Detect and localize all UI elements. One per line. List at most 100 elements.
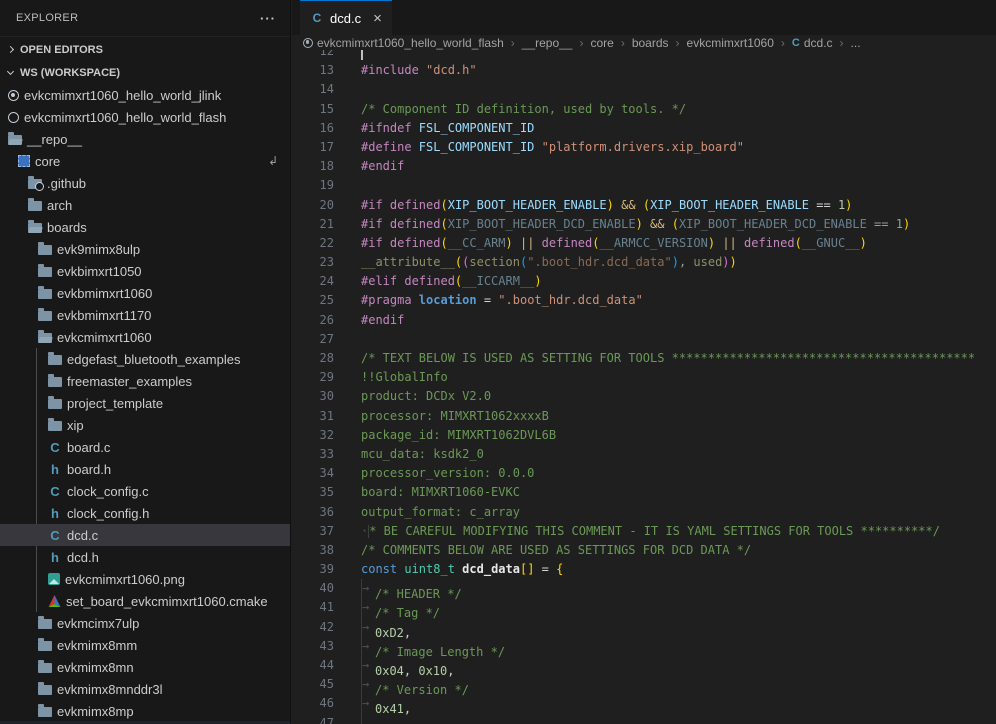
code-line-44[interactable]: 44→0x04, 0x10, (292, 656, 996, 675)
line-number: 31 (292, 407, 342, 426)
tree-item-evkmcimx7ulp[interactable]: evkmcimx7ulp (0, 612, 290, 634)
code-line-20[interactable]: 20#if defined(XIP_BOOT_HEADER_ENABLE) &&… (292, 196, 996, 215)
code-line-31[interactable]: 31processor: MIMXRT1062xxxxB (292, 407, 996, 426)
code-line-38[interactable]: 38/* COMMENTS BELOW ARE USED AS SETTINGS… (292, 541, 996, 560)
open-editors-section[interactable]: OPEN EDITORS (0, 36, 290, 62)
tree-item-boards[interactable]: boards (0, 216, 290, 238)
tree-item-evkcmimxrt1060.png[interactable]: evkcmimxrt1060.png (0, 568, 290, 590)
tree-item-label: xip (67, 418, 84, 433)
code-token: ) (534, 274, 541, 288)
tree-item-clock_config.h[interactable]: hclock_config.h (0, 502, 290, 524)
code-line-41[interactable]: 41→/* Tag */ (292, 598, 996, 617)
close-icon[interactable]: × (373, 11, 382, 26)
breadcrumb-item-boards[interactable]: boards (632, 36, 669, 50)
vscode-window: EXPLORER ··· OPEN EDITORS WS (WORKSPACE)… (0, 0, 996, 724)
tree-item-evkmimx8mn[interactable]: evkmimx8mn (0, 656, 290, 678)
tree-item-evk9mimx8ulp[interactable]: evk9mimx8ulp (0, 238, 290, 260)
code-line-24[interactable]: 24#elif defined(__ICCARM__) (292, 272, 996, 291)
breadcrumb-item-label: evkcmimxrt1060 (687, 36, 774, 50)
line-number: 22 (292, 234, 342, 253)
breadcrumb-item-...[interactable]: ... (851, 36, 861, 50)
code-line-46[interactable]: 46→0x41, (292, 694, 996, 713)
code-line-13[interactable]: 13#include "dcd.h" (292, 61, 996, 80)
tree-item-dcd.h[interactable]: hdcd.h (0, 546, 290, 568)
code-line-18[interactable]: 18#endif (292, 157, 996, 176)
code-line-36[interactable]: 36output_format: c_array (292, 503, 996, 522)
code-token: ( (440, 236, 447, 250)
code-line-45[interactable]: 45→/* Version */ (292, 675, 996, 694)
code-line-22[interactable]: 22#if defined(__CC_ARM) || defined(__ARM… (292, 234, 996, 253)
code-line-21[interactable]: 21#if defined(XIP_BOOT_HEADER_DCD_ENABLE… (292, 215, 996, 234)
tree-item-arch[interactable]: arch (0, 194, 290, 216)
tree-item-evkbmimxrt1170[interactable]: evkbmimxrt1170 (0, 304, 290, 326)
code-line-23[interactable]: 23__attribute__((section(".boot_hdr.dcd_… (292, 253, 996, 272)
code-token: "dcd.h" (426, 63, 477, 77)
breadcrumb-item-dcd.c[interactable]: Cdcd.c (792, 36, 833, 50)
tab-whitespace-icon: → (361, 618, 375, 637)
tree-item-board.h[interactable]: hboard.h (0, 458, 290, 480)
workspace-section[interactable]: WS (WORKSPACE) (0, 62, 290, 84)
tab-dcd.c[interactable]: C dcd.c × (300, 0, 392, 35)
line-number: 24 (292, 272, 342, 291)
code-line-25[interactable]: 25#pragma location = ".boot_hdr.dcd_data… (292, 291, 996, 310)
code-line-39[interactable]: 39const uint8_t dcd_data[] = { (292, 560, 996, 579)
tree-item-evkcmimxrt1060[interactable]: evkcmimxrt1060 (0, 326, 290, 348)
code-line-37[interactable]: 37·* BE CAREFUL MODIFYING THIS COMMENT -… (292, 522, 996, 541)
code-line-15[interactable]: 15/* Component ID definition, used by to… (292, 100, 996, 119)
tree-item-clock_config.c[interactable]: Cclock_config.c (0, 480, 290, 502)
tree-item-evkcmimxrt1060_hello_world_flash[interactable]: evkcmimxrt1060_hello_world_flash (0, 106, 290, 128)
line-number: 26 (292, 311, 342, 330)
code-token: #include (361, 63, 426, 77)
tree-item-project_template[interactable]: project_template (0, 392, 290, 414)
tree-item-dcd.c[interactable]: Cdcd.c (0, 524, 290, 546)
tree-item-core[interactable]: core↳ (0, 150, 290, 172)
breadcrumb-item-__repo__[interactable]: __repo__ (522, 36, 573, 50)
tree-item-__repo__[interactable]: __repo__ (0, 128, 290, 150)
breadcrumb-item-core[interactable]: core (590, 36, 613, 50)
code-line-29[interactable]: 29!!GlobalInfo (292, 368, 996, 387)
code-line-33[interactable]: 33mcu_data: ksdk2_0 (292, 445, 996, 464)
tree-item-evkmimx8mm[interactable]: evkmimx8mm (0, 634, 290, 656)
code-line-content (342, 330, 361, 349)
tree-item-evkbimxrt1050[interactable]: evkbimxrt1050 (0, 260, 290, 282)
code-line-content (342, 176, 361, 195)
tree-item-xip[interactable]: xip (0, 414, 290, 436)
open-folder-icon (38, 333, 52, 343)
tree-item-edgefast_bluetooth_examples[interactable]: edgefast_bluetooth_examples (0, 348, 290, 370)
code-line-12[interactable]: 12 (292, 50, 996, 61)
tree-item-board.c[interactable]: Cboard.c (0, 436, 290, 458)
code-line-42[interactable]: 42→0xD2, (292, 618, 996, 637)
code-line-34[interactable]: 34processor_version: 0.0.0 (292, 464, 996, 483)
code-editor[interactable]: 1213#include "dcd.h"1415/* Component ID … (292, 50, 996, 724)
code-line-32[interactable]: 32package_id: MIMXRT1062DVL6B (292, 426, 996, 445)
tree-item-evkbmimxrt1060[interactable]: evkbmimxrt1060 (0, 282, 290, 304)
code-line-26[interactable]: 26#endif (292, 311, 996, 330)
code-line-27[interactable]: 27 (292, 330, 996, 349)
code-line-19[interactable]: 19 (292, 176, 996, 195)
tree-item-set_board_evkcmimxrt1060.cmake[interactable]: set_board_evkcmimxrt1060.cmake (0, 590, 290, 612)
breadcrumb-item-evkcmimxrt1060[interactable]: evkcmimxrt1060 (687, 36, 774, 50)
code-line-17[interactable]: 17#define FSL_COMPONENT_ID "platform.dri… (292, 138, 996, 157)
breadcrumb-item-evkcmimxrt1060_hello_world_flash[interactable]: evkcmimxrt1060_hello_world_flash (303, 36, 504, 50)
c-file-icon: C (48, 528, 62, 543)
tree-item-evkmimx8mp[interactable]: evkmimx8mp (0, 700, 290, 722)
code-line-content (342, 80, 361, 99)
tree-item-label: evkcmimxrt1060_hello_world_jlink (24, 88, 221, 103)
tree-item-freemaster_examples[interactable]: freemaster_examples (0, 370, 290, 392)
line-number: 41 (292, 598, 342, 617)
code-line-35[interactable]: 35board: MIMXRT1060-EVKC (292, 483, 996, 502)
code-line-43[interactable]: 43→/* Image Length */ (292, 637, 996, 656)
tree-item-evkmimx8mnddr3l[interactable]: evkmimx8mnddr3l (0, 678, 290, 700)
tab-whitespace-icon: → (361, 675, 375, 694)
code-line-28[interactable]: 28/* TEXT BELOW IS USED AS SETTING FOR T… (292, 349, 996, 368)
code-line-40[interactable]: 40→/* HEADER */ (292, 579, 996, 598)
tree-item-.github[interactable]: .github (0, 172, 290, 194)
code-token: output_format: c_array (361, 505, 520, 519)
editor-group: C dcd.c × evkcmimxrt1060_hello_world_fla… (292, 0, 996, 724)
more-actions-icon[interactable]: ··· (260, 11, 276, 26)
code-line-30[interactable]: 30product: DCDx V2.0 (292, 387, 996, 406)
code-line-14[interactable]: 14 (292, 80, 996, 99)
code-line-16[interactable]: 16#ifndef FSL_COMPONENT_ID (292, 119, 996, 138)
code-token: board: MIMXRT1060-EVKC (361, 485, 520, 499)
tree-item-evkcmimxrt1060_hello_world_jlink[interactable]: evkcmimxrt1060_hello_world_jlink (0, 84, 290, 106)
